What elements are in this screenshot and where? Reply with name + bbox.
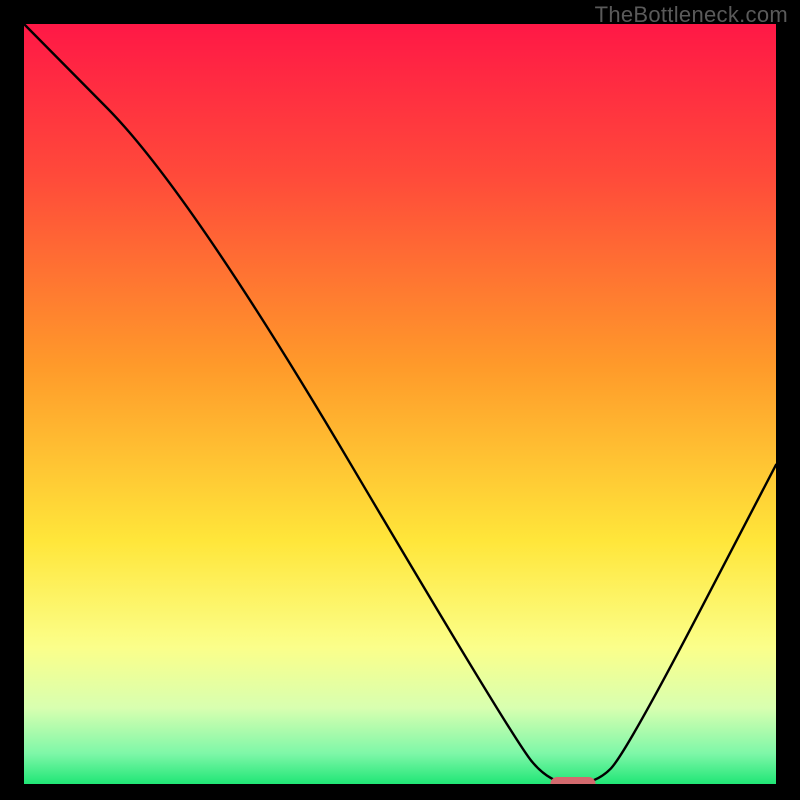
chart-frame: TheBottleneck.com bbox=[0, 0, 800, 800]
chart-svg bbox=[24, 24, 776, 784]
optimal-marker bbox=[550, 777, 595, 784]
gradient-background bbox=[24, 24, 776, 784]
